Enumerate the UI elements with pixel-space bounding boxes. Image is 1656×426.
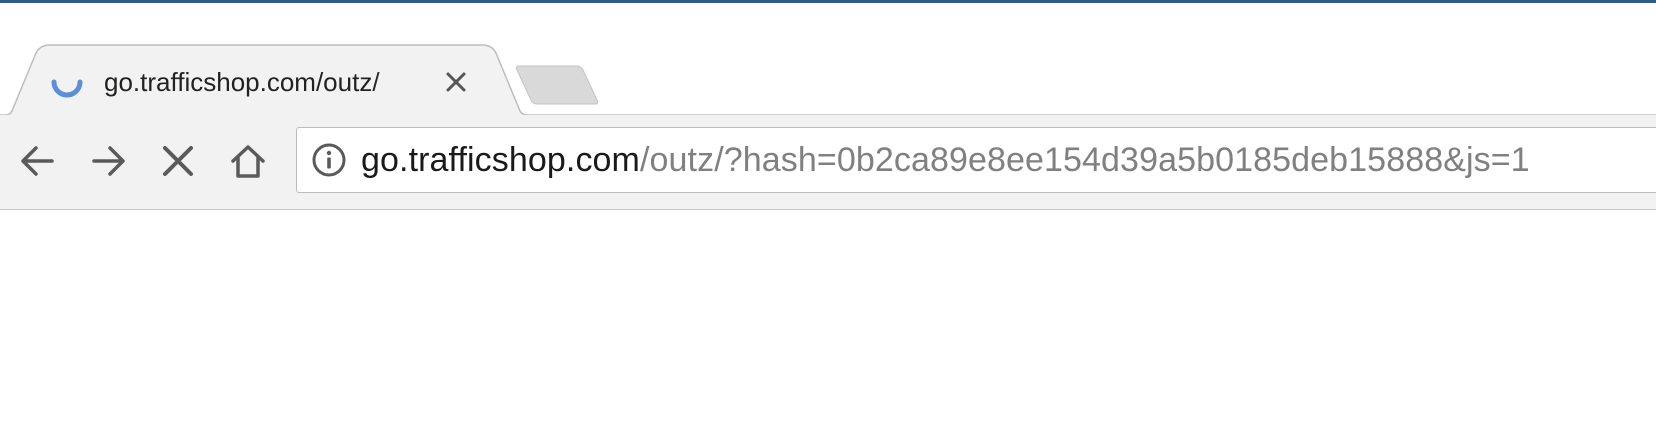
home-icon xyxy=(231,145,265,178)
back-button[interactable] xyxy=(12,135,64,187)
tab-title: go.trafficshop.com/outz/ xyxy=(104,67,380,97)
url-path: /outz/?hash=0b2ca89e8ee154d39a5b0185deb1… xyxy=(639,141,1530,179)
close-icon xyxy=(163,146,193,176)
info-icon[interactable] xyxy=(311,142,347,178)
url-host: go.trafficshop.com xyxy=(361,141,640,179)
close-icon[interactable] xyxy=(442,68,470,96)
toolbar: go.trafficshop.com/outz/?hash=0b2ca89e8e… xyxy=(0,115,1656,210)
address-bar[interactable]: go.trafficshop.com/outz/?hash=0b2ca89e8e… xyxy=(296,127,1656,193)
arrow-right-icon xyxy=(92,146,125,176)
forward-button[interactable] xyxy=(82,135,134,187)
browser-window: go.trafficshop.com/outz/ go.trafficshop.… xyxy=(0,0,1656,426)
stop-button[interactable] xyxy=(152,135,204,187)
tab-active[interactable]: go.trafficshop.com/outz/ xyxy=(44,60,474,104)
new-tab-icon xyxy=(515,65,599,105)
arrow-left-icon xyxy=(21,146,54,176)
url-text[interactable]: go.trafficshop.com/outz/?hash=0b2ca89e8e… xyxy=(361,128,1530,192)
home-button[interactable] xyxy=(222,135,274,187)
loading-spinner-icon xyxy=(51,79,83,98)
new-tab-button[interactable] xyxy=(515,62,601,106)
tab-strip: go.trafficshop.com/outz/ xyxy=(0,3,1656,115)
page-content xyxy=(0,210,1656,426)
